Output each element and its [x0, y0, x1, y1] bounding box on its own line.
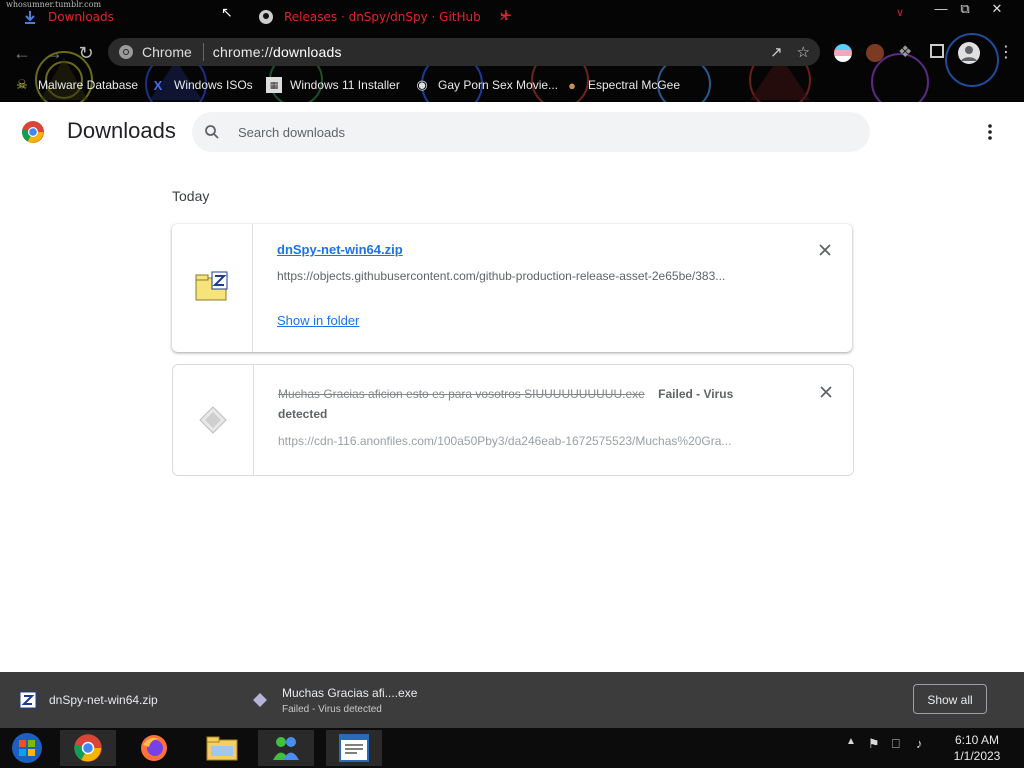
back-arrow-icon[interactable]: ←: [10, 42, 34, 66]
bookmark-espectral-mcgee[interactable]: ● Espectral McGee: [564, 76, 680, 94]
network-icon[interactable]: ⎕: [892, 736, 900, 752]
taskbar-firefox[interactable]: [126, 730, 182, 766]
download-icon: [22, 9, 38, 25]
search-input[interactable]: [236, 123, 840, 141]
page-title: Downloads: [67, 118, 176, 143]
extensions-puzzle-icon[interactable]: ❖: [898, 42, 912, 62]
show-all-button[interactable]: Show all: [913, 684, 987, 714]
file-name-link[interactable]: dnSpy-net-win64.zip: [277, 242, 797, 257]
download-status-cont: detected: [278, 407, 328, 421]
browser-frame: whosumner.tumblr.com Downloads ↖ Release…: [0, 0, 1024, 102]
downloads-header: Downloads: [0, 102, 1024, 162]
taskbar-document[interactable]: [326, 730, 382, 766]
firefox-icon: [141, 735, 167, 761]
new-tab-button[interactable]: +: [500, 6, 512, 26]
restore-button[interactable]: ⧉: [950, 0, 980, 18]
site-icon: ◉: [416, 77, 428, 92]
toolbar: ← → ↻ Chrome chrome://downloads ↗ ☆ ❖ ⋮: [0, 36, 1024, 70]
clock-date: 1/1/2023: [953, 749, 1001, 763]
mouse-cursor-icon: ↖: [221, 4, 233, 20]
download-item: dnSpy-net-win64.zip https://objects.gith…: [172, 224, 852, 352]
file-icon-column: [172, 224, 253, 352]
file-url[interactable]: https://objects.githubusercontent.com/gi…: [277, 269, 772, 283]
clock-time: 6:10 AM: [954, 733, 1000, 747]
site-chip-label: Chrome: [142, 44, 192, 60]
show-in-folder-link[interactable]: Show in folder: [277, 313, 797, 328]
shelf-status: Failed - Virus detected: [282, 703, 382, 715]
search-bar[interactable]: [192, 112, 870, 152]
github-icon: [258, 9, 274, 25]
bookmark-site-4[interactable]: ◉ Gay Porn Sex Movie...: [414, 76, 558, 94]
shelf-item-exe[interactable]: Muchas Gracias afi....exe Failed - Virus…: [252, 672, 417, 728]
close-window-button[interactable]: ✕: [982, 0, 1012, 18]
download-item-failed: Muchas Gracias aficion esto es para voso…: [172, 364, 854, 476]
taskbar-chrome[interactable]: [60, 730, 116, 766]
chrome-icon: [74, 734, 102, 762]
remove-download-icon[interactable]: [818, 243, 832, 257]
side-panel-icon[interactable]: [930, 44, 944, 58]
tab-strip: whosumner.tumblr.com Downloads ↖ Release…: [0, 0, 1024, 34]
download-shelf: dnSpy-net-win64.zip Muchas Gracias afi..…: [0, 672, 1024, 728]
more-actions-icon[interactable]: [980, 122, 1000, 142]
file-icon-column: [173, 365, 254, 475]
omnibox-divider: [202, 43, 204, 61]
exe-file-icon: [199, 406, 227, 434]
tab-github-releases[interactable]: Releases · dnSpy/dnSpy · GitHub ✕: [258, 4, 510, 30]
taskbar-messenger[interactable]: [258, 730, 314, 766]
tab-label: Downloads: [48, 10, 114, 24]
reload-icon[interactable]: ↻: [74, 42, 98, 66]
address-bar[interactable]: Chrome chrome://downloads ↗ ☆: [108, 38, 820, 66]
shelf-item-zip[interactable]: dnSpy-net-win64.zip: [18, 672, 158, 728]
bookmark-malware-database[interactable]: ☠ Malware Database: [14, 76, 138, 94]
messenger-icon: [273, 737, 299, 760]
date-heading: Today: [172, 188, 210, 204]
forward-arrow-icon[interactable]: →: [42, 42, 66, 66]
file-url[interactable]: https://cdn-116.anonfiles.com/100a50Pby3…: [278, 434, 773, 448]
url-text: chrome://downloads: [212, 44, 342, 60]
start-button[interactable]: [0, 730, 54, 766]
installer-icon: ▦: [266, 77, 282, 93]
file-explorer-icon: [206, 736, 238, 761]
x-logo-icon: X: [153, 77, 163, 93]
failed-file-name: Muchas Gracias aficion esto es para voso…: [278, 387, 645, 401]
chrome-icon: [119, 45, 133, 59]
windows-taskbar: ▲ ⚑ ⎕ ♪ 6:10 AM 1/1/2023: [0, 728, 1024, 768]
tab-label: Releases · dnSpy/dnSpy · GitHub: [284, 10, 481, 24]
bookmark-star-icon[interactable]: ☆: [797, 43, 810, 61]
document-icon: [339, 734, 369, 762]
malware-db-icon: ☠: [16, 77, 28, 92]
share-icon[interactable]: ↗: [770, 43, 783, 61]
site-chip[interactable]: Chrome: [108, 44, 192, 60]
volume-icon[interactable]: ♪: [916, 736, 923, 751]
zip-file-icon: [19, 691, 37, 709]
extension-flag-icon[interactable]: [834, 44, 852, 62]
profile-avatar-icon[interactable]: [958, 42, 980, 64]
search-icon: [205, 125, 219, 139]
tab-search-chevron-icon[interactable]: ∨: [896, 6, 904, 19]
remove-download-icon[interactable]: [819, 385, 833, 399]
bookmark-windows-isos[interactable]: X Windows ISOs: [150, 76, 253, 94]
zip-file-icon: [195, 271, 228, 301]
system-clock[interactable]: 6:10 AM 1/1/2023: [944, 732, 1010, 764]
start-orb-icon: [12, 733, 42, 763]
site-icon: ●: [568, 77, 576, 93]
chrome-logo-icon: [22, 121, 44, 143]
action-center-flag-icon[interactable]: ⚑: [868, 736, 880, 752]
show-hidden-icons-icon[interactable]: ▲: [846, 736, 856, 747]
exe-file-icon: [253, 693, 267, 707]
tab-downloads[interactable]: Downloads: [22, 4, 114, 30]
bookmark-windows-11-installer[interactable]: ▦ Windows 11 Installer: [266, 76, 400, 94]
download-status: Failed - Virus: [658, 387, 734, 401]
browser-menu-icon[interactable]: ⋮: [998, 42, 1014, 62]
bookmarks-bar: ☠ Malware Database X Windows ISOs ▦ Wind…: [0, 70, 1024, 100]
profile-extension-icon[interactable]: [866, 44, 884, 62]
taskbar-file-explorer[interactable]: [194, 730, 250, 766]
